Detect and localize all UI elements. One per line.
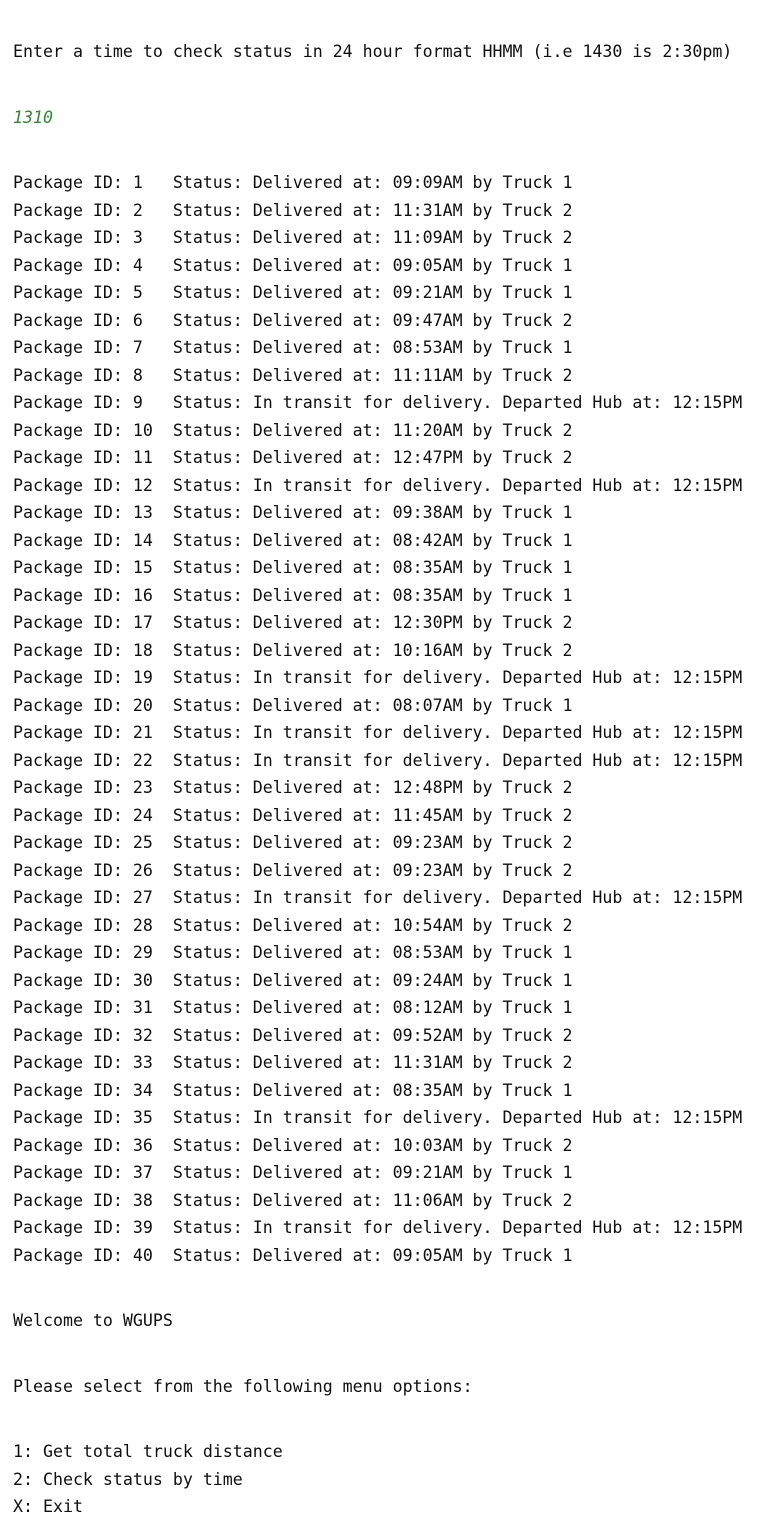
- time-prompt: Enter a time to check status in 24 hour …: [13, 42, 733, 61]
- package-status-line: Package ID: 38 Status: Delivered at: 11:…: [13, 1190, 573, 1210]
- package-status-line: Package ID: 2 Status: Delivered at: 11:3…: [13, 200, 573, 220]
- package-status-line: Package ID: 22 Status: In transit for de…: [13, 750, 743, 770]
- menu-prompt: Please select from the following menu op…: [13, 1376, 473, 1396]
- package-status-line: Package ID: 23 Status: Delivered at: 12:…: [13, 778, 573, 797]
- package-status-line: Package ID: 11 Status: Delivered at: 12:…: [13, 448, 573, 467]
- package-status-line: Package ID: 8 Status: Delivered at: 11:1…: [13, 365, 573, 385]
- package-status-list: Package ID: 1 Status: Delivered at: 09:0…: [13, 169, 778, 1269]
- package-status-line: Package ID: 29 Status: Delivered at: 08:…: [13, 943, 573, 962]
- user-input-echo: 1310: [13, 107, 53, 127]
- package-status-line: Package ID: 15 Status: Delivered at: 08:…: [13, 558, 573, 577]
- package-status-line: Package ID: 34 Status: Delivered at: 08:…: [13, 1080, 573, 1100]
- package-status-line: Package ID: 37 Status: Delivered at: 09:…: [13, 1163, 573, 1182]
- package-status-line: Package ID: 30 Status: Delivered at: 09:…: [13, 970, 573, 990]
- package-status-line: Package ID: 5 Status: Delivered at: 09:2…: [13, 283, 573, 302]
- package-status-line: Package ID: 18 Status: Delivered at: 10:…: [13, 640, 573, 660]
- package-status-line: Package ID: 31 Status: Delivered at: 08:…: [13, 998, 573, 1017]
- package-status-line: Package ID: 9 Status: In transit for del…: [13, 393, 743, 412]
- package-status-line: Package ID: 26 Status: Delivered at: 09:…: [13, 860, 573, 880]
- package-status-line: Package ID: 20 Status: Delivered at: 08:…: [13, 695, 573, 715]
- package-status-line: Package ID: 1 Status: Delivered at: 09:0…: [13, 173, 573, 192]
- console-output: Enter a time to check status in 24 hour …: [13, 0, 778, 1540]
- package-status-line: Package ID: 32 Status: Delivered at: 09:…: [13, 1025, 573, 1045]
- menu-option-line: 1: Get total truck distance: [13, 1442, 283, 1461]
- package-status-line: Package ID: 39 Status: In transit for de…: [13, 1218, 743, 1237]
- package-status-line: Package ID: 14 Status: Delivered at: 08:…: [13, 530, 573, 550]
- package-status-line: Package ID: 7 Status: Delivered at: 08:5…: [13, 338, 573, 357]
- package-status-line: Package ID: 21 Status: In transit for de…: [13, 723, 743, 742]
- package-status-line: Package ID: 12 Status: In transit for de…: [13, 475, 743, 495]
- package-status-line: Package ID: 19 Status: In transit for de…: [13, 668, 743, 687]
- package-status-line: Package ID: 3 Status: Delivered at: 11:0…: [13, 228, 573, 247]
- package-status-line: Package ID: 6 Status: Delivered at: 09:4…: [13, 310, 573, 330]
- menu-options-list: 1: Get total truck distance 2: Check stat…: [13, 1438, 778, 1521]
- package-status-line: Package ID: 25 Status: Delivered at: 09:…: [13, 833, 573, 852]
- package-status-line: Package ID: 24 Status: Delivered at: 11:…: [13, 805, 573, 825]
- package-status-line: Package ID: 10 Status: Delivered at: 11:…: [13, 420, 573, 440]
- welcome-message: Welcome to WGUPS: [13, 1311, 173, 1330]
- package-status-line: Package ID: 33 Status: Delivered at: 11:…: [13, 1053, 573, 1072]
- package-status-line: Package ID: 13 Status: Delivered at: 09:…: [13, 503, 573, 522]
- package-status-line: Package ID: 40 Status: Delivered at: 09:…: [13, 1245, 573, 1265]
- menu-option-line: X: Exit: [13, 1497, 83, 1516]
- package-status-line: Package ID: 4 Status: Delivered at: 09:0…: [13, 255, 573, 275]
- package-status-line: Package ID: 28 Status: Delivered at: 10:…: [13, 915, 573, 935]
- package-status-line: Package ID: 16 Status: Delivered at: 08:…: [13, 585, 573, 605]
- package-status-line: Package ID: 27 Status: In transit for de…: [13, 888, 743, 907]
- menu-option-line: 2: Check status by time: [13, 1469, 243, 1489]
- package-status-line: Package ID: 17 Status: Delivered at: 12:…: [13, 613, 573, 632]
- package-status-line: Package ID: 35 Status: In transit for de…: [13, 1108, 743, 1127]
- package-status-line: Package ID: 36 Status: Delivered at: 10:…: [13, 1135, 573, 1155]
